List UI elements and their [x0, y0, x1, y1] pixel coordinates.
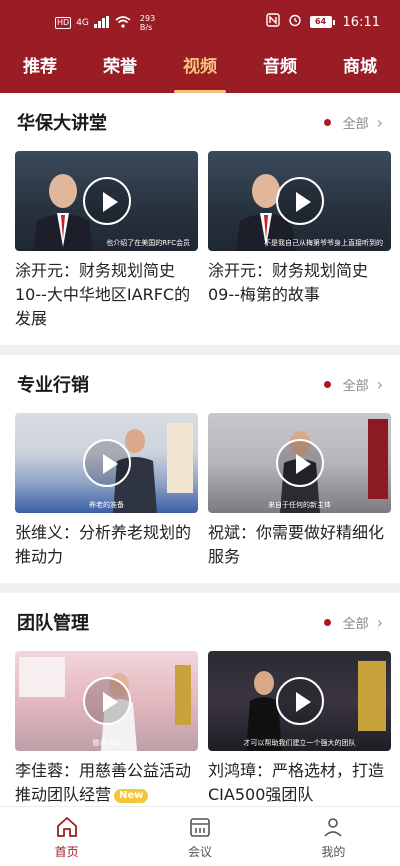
- play-icon[interactable]: [82, 177, 131, 225]
- video-caption: 养老的准备: [89, 501, 124, 509]
- section-title: 专业行销: [17, 375, 89, 396]
- tab-video[interactable]: 视频: [160, 48, 240, 93]
- video-card[interactable]: 不是我自己从梅第爷爷身上直接听到的 涂开元：财务规划简史09--梅第的故事: [208, 151, 391, 331]
- tab-audio[interactable]: 音频: [240, 48, 320, 93]
- wifi-icon: [115, 15, 131, 31]
- chevron-right-icon: ›: [376, 612, 383, 632]
- video-thumbnail[interactable]: 来自于任何的新主体: [208, 413, 391, 513]
- video-title[interactable]: 涂开元：财务规划简史10--大中华地区IARFC的发展: [15, 259, 198, 331]
- nav-label: 我的: [321, 845, 346, 859]
- video-thumbnail[interactable]: 也介绍了在美国的RFC会员: [15, 151, 198, 251]
- nfc-icon: [265, 13, 280, 31]
- clock: 16:11: [342, 14, 380, 30]
- play-icon[interactable]: [82, 439, 131, 487]
- play-icon[interactable]: [82, 677, 131, 725]
- see-all-button[interactable]: 全部 ›: [323, 112, 383, 132]
- nav-label: 首页: [54, 845, 79, 859]
- network-type: 4G: [76, 18, 89, 28]
- video-caption: 才可以帮助我们建立一个强大的团队: [243, 739, 356, 747]
- nav-meeting[interactable]: 会议: [133, 807, 266, 866]
- indicator-dot: [323, 380, 331, 388]
- video-caption: 来自于任何的新主体: [268, 501, 331, 509]
- user-icon: [324, 818, 342, 837]
- indicator-dot: [323, 118, 331, 126]
- tab-honor[interactable]: 荣誉: [80, 48, 160, 93]
- video-title[interactable]: 李佳蓉：用慈善公益活动推动团队经营 New: [15, 759, 198, 806]
- chevron-right-icon: ›: [376, 112, 383, 132]
- tab-mall[interactable]: 商城: [320, 48, 400, 93]
- video-title[interactable]: 张维义：分析养老规划的推动力: [15, 521, 198, 569]
- status-bar: HD 4G 293 B/s 64 16:11: [0, 0, 400, 46]
- section-marketing: 专业行销 全部 › 养老的准备 张维义：分析养老规划的推动力 来自于任何的新主体…: [0, 355, 400, 583]
- section-team: 团队管理 全部 › 慈善活动 李佳蓉：用慈善公益活动推动团队经营 New 才可以…: [0, 593, 400, 806]
- play-icon[interactable]: [275, 439, 324, 487]
- tab-recommend[interactable]: 推荐: [0, 48, 80, 93]
- video-thumbnail[interactable]: 不是我自己从梅第爷爷身上直接听到的: [208, 151, 391, 251]
- video-caption: 也介绍了在美国的RFC会员: [106, 239, 190, 247]
- nav-home[interactable]: 首页: [0, 807, 133, 866]
- video-title[interactable]: 刘鸿璋：严格选材，打造CIA500强团队: [208, 759, 391, 806]
- video-thumbnail[interactable]: 慈善活动: [15, 651, 198, 751]
- network-speed: 293 B/s: [139, 14, 156, 32]
- chevron-right-icon: ›: [376, 374, 383, 394]
- section-divider: [0, 345, 400, 355]
- alarm-icon: [288, 13, 302, 31]
- play-icon[interactable]: [275, 177, 324, 225]
- indicator-dot: [323, 618, 331, 626]
- play-icon[interactable]: [275, 677, 324, 725]
- video-card[interactable]: 慈善活动 李佳蓉：用慈善公益活动推动团队经营 New: [15, 651, 198, 806]
- battery-icon: 64: [309, 16, 335, 28]
- see-all-button[interactable]: 全部 ›: [323, 374, 383, 394]
- video-card[interactable]: 才可以帮助我们建立一个强大的团队 刘鸿璋：严格选材，打造CIA500强团队: [208, 651, 391, 806]
- video-thumbnail[interactable]: 养老的准备: [15, 413, 198, 513]
- video-card[interactable]: 养老的准备 张维义：分析养老规划的推动力: [15, 413, 198, 569]
- category-tabs: 推荐 荣誉 视频 音频 商城: [0, 48, 400, 93]
- section-divider: [0, 583, 400, 593]
- video-card[interactable]: 来自于任何的新主体 祝斌：你需要做好精细化服务: [208, 413, 391, 569]
- home-icon: [56, 817, 77, 837]
- section-title: 团队管理: [17, 613, 89, 634]
- bottom-nav: 首页 会议 我的: [0, 806, 400, 866]
- video-title[interactable]: 祝斌：你需要做好精细化服务: [208, 521, 391, 569]
- see-all-button[interactable]: 全部 ›: [323, 612, 383, 632]
- app-header: HD 4G 293 B/s 64 16:11 推荐 荣誉 视频 音频 商城: [0, 0, 400, 93]
- calendar-icon: [190, 818, 210, 837]
- nav-label: 会议: [187, 845, 212, 859]
- section-title: 华保大讲堂: [17, 113, 107, 134]
- video-feed[interactable]: 华保大讲堂 全部 › 也介绍了在美国的RFC会员 涂开元：财务规划简史10--大…: [0, 93, 400, 806]
- nav-profile[interactable]: 我的: [267, 807, 400, 866]
- signal-icon: [93, 15, 110, 31]
- hd-badge: HD: [55, 17, 72, 29]
- video-caption: 不是我自己从梅第爷爷身上直接听到的: [264, 239, 383, 247]
- section-lecture: 华保大讲堂 全部 › 也介绍了在美国的RFC会员 涂开元：财务规划简史10--大…: [0, 93, 400, 345]
- new-badge: New: [114, 788, 149, 803]
- video-caption: 慈善活动: [92, 739, 121, 747]
- video-title[interactable]: 涂开元：财务规划简史09--梅第的故事: [208, 259, 391, 307]
- video-card[interactable]: 也介绍了在美国的RFC会员 涂开元：财务规划简史10--大中华地区IARFC的发…: [15, 151, 198, 331]
- video-thumbnail[interactable]: 才可以帮助我们建立一个强大的团队: [208, 651, 391, 751]
